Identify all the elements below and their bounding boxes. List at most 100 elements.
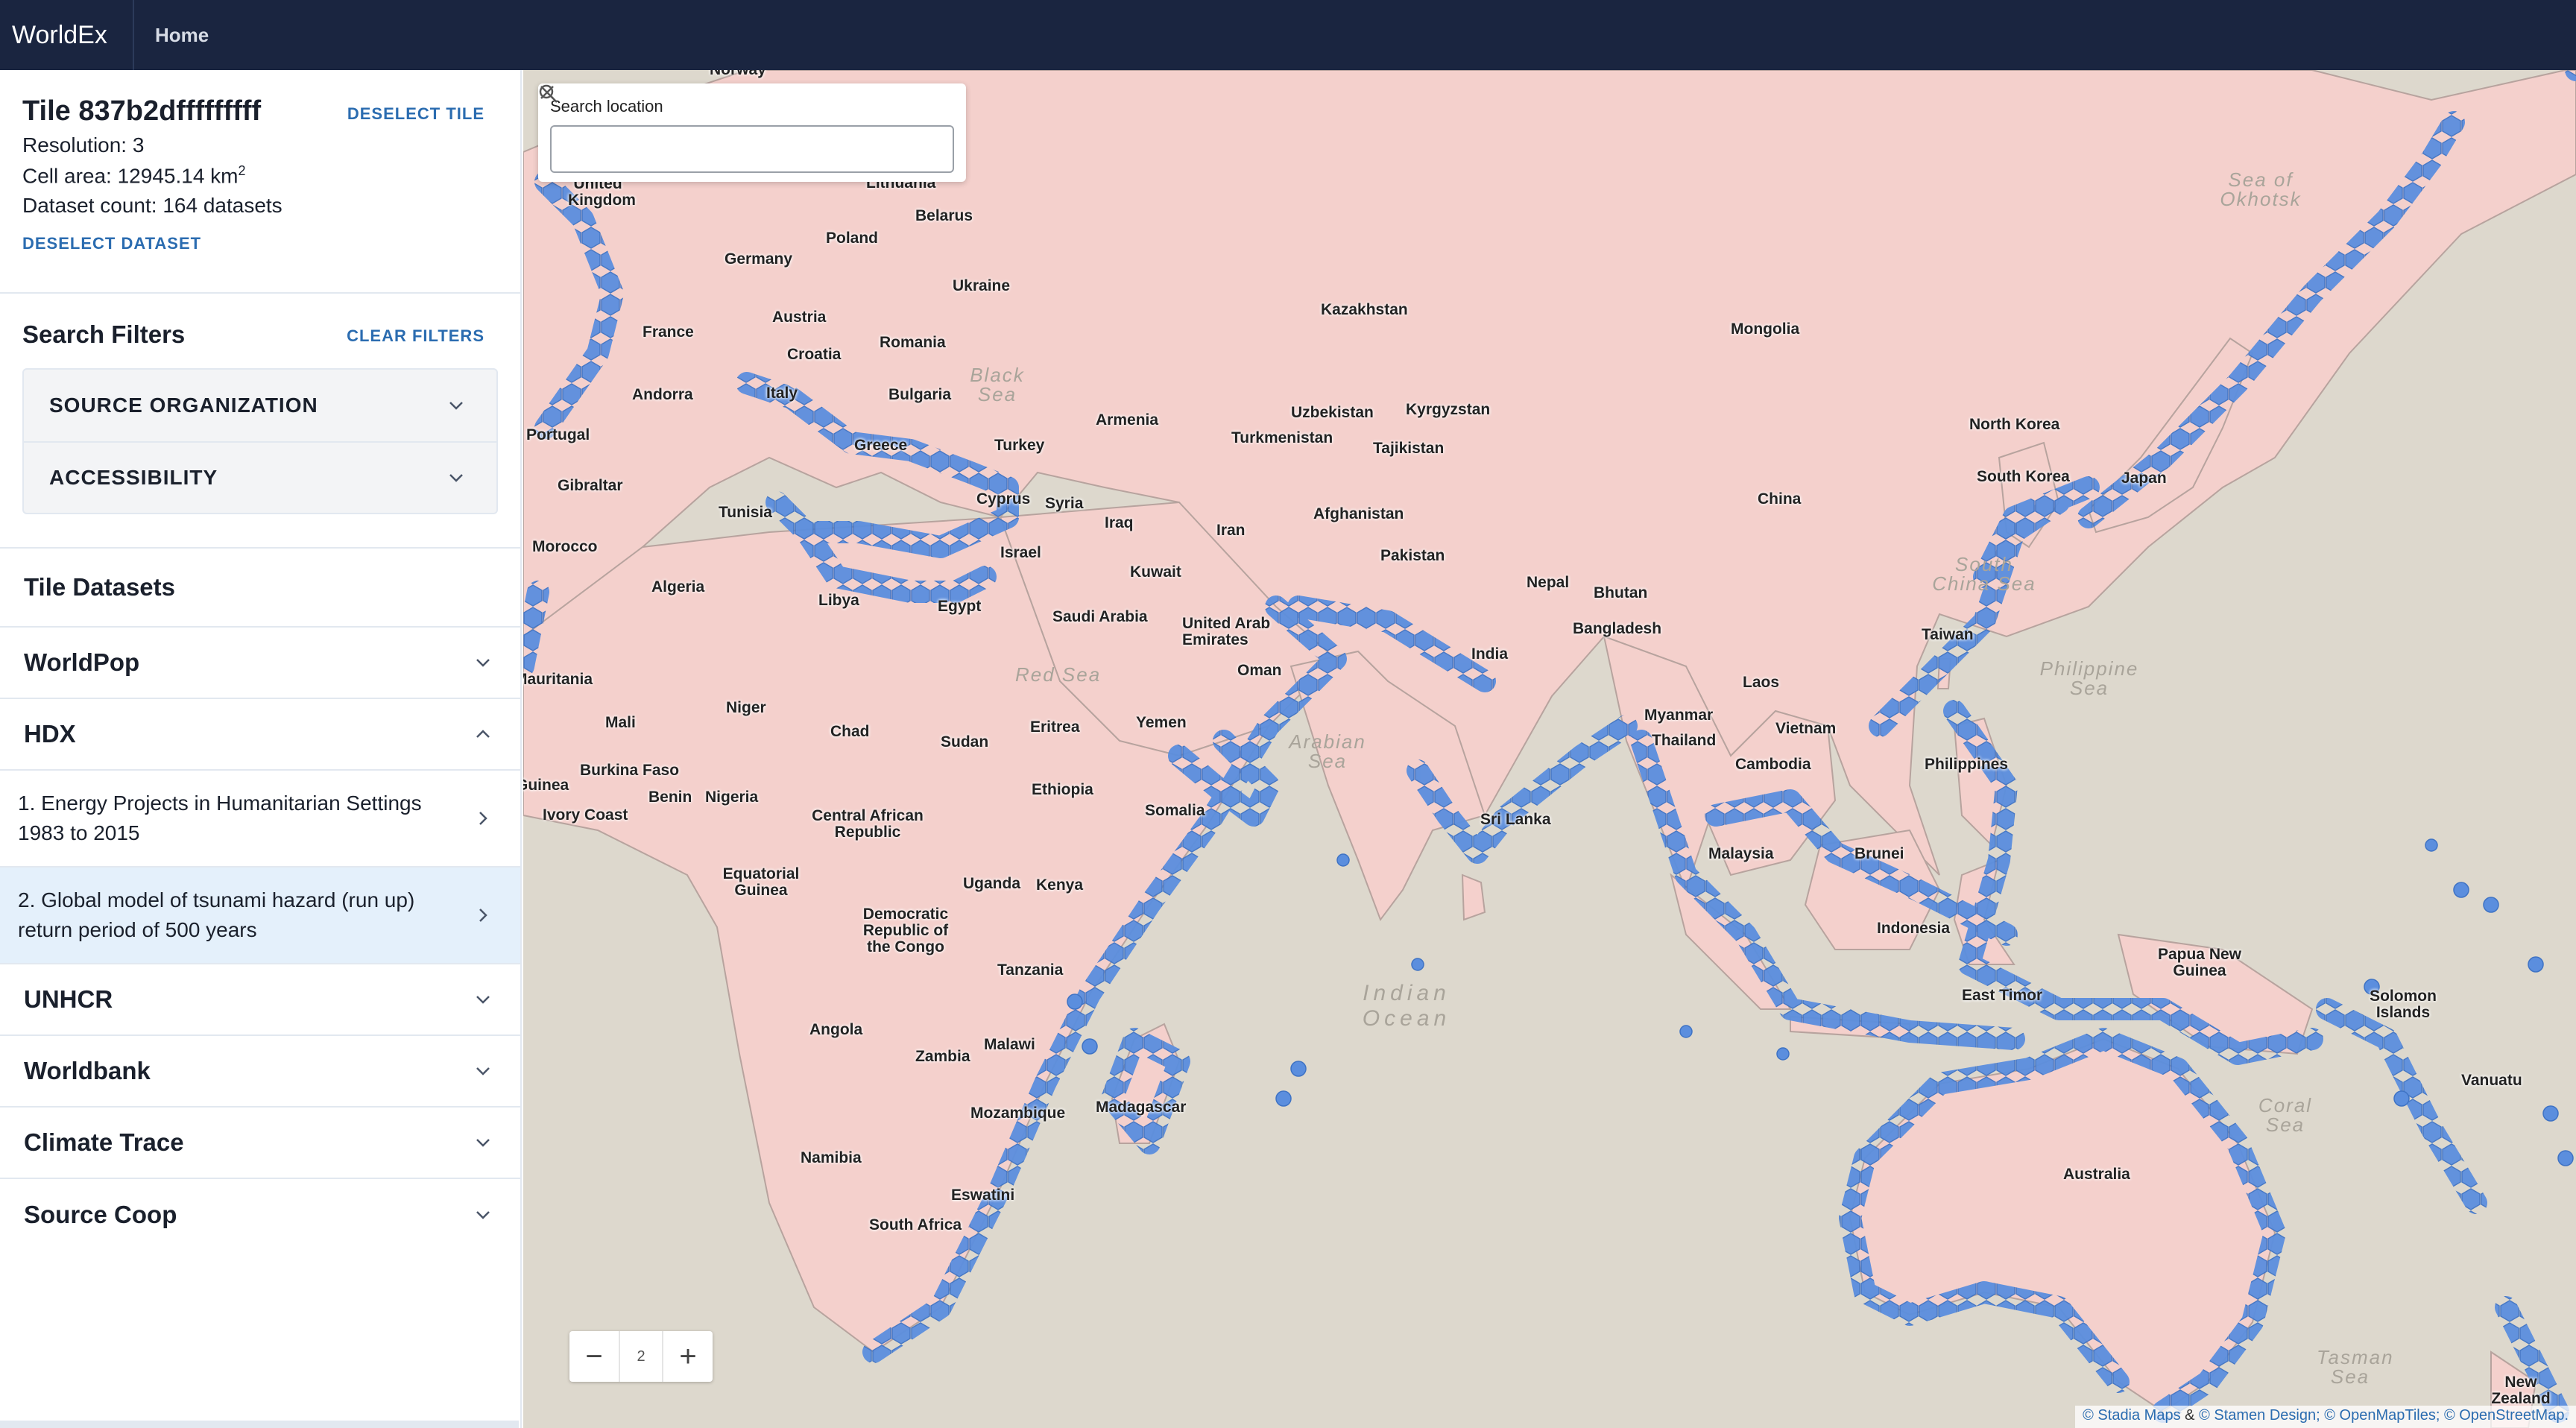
filter-accordion: SOURCE ORGANIZATION ACCESSIBILITY xyxy=(22,368,498,514)
map-label: Turkey xyxy=(994,437,1045,454)
dataset-label: 1. Energy Projects in Humanitarian Setti… xyxy=(18,792,422,844)
map-label: Central African Republic xyxy=(812,807,924,841)
brand-logo[interactable]: WorldEx xyxy=(0,0,134,70)
attribution-stamen-link[interactable]: © Stamen Design; xyxy=(2199,1407,2320,1424)
tile-dataset-count: Dataset count: 164 datasets xyxy=(22,194,282,218)
map-label: India xyxy=(1471,645,1509,663)
search-location-input[interactable] xyxy=(552,128,880,170)
map-label: Niger xyxy=(726,699,766,716)
map-label: Chad xyxy=(830,723,870,740)
map-label: Turkmenistan xyxy=(1231,429,1333,446)
map-label: Zambia xyxy=(915,1048,970,1065)
sidebar-horizontal-scrollbar[interactable] xyxy=(0,1421,519,1428)
filter-label: SOURCE ORGANIZATION xyxy=(49,394,318,417)
map-label: Ukraine xyxy=(953,277,1011,294)
attribution-omt-link[interactable]: © OpenMapTiles; xyxy=(2324,1407,2440,1424)
group-worldpop[interactable]: WorldPop xyxy=(0,628,520,699)
map-label: Eswatini xyxy=(951,1187,1015,1204)
chevron-up-icon xyxy=(468,719,498,749)
deselect-dataset-button[interactable]: DESELECT DATASET xyxy=(22,234,498,253)
group-hdx[interactable]: HDX xyxy=(0,699,520,771)
map-label: Kuwait xyxy=(1130,563,1181,581)
map-label: Kenya xyxy=(1036,876,1084,894)
map-label: Afghanistan xyxy=(1313,505,1404,522)
map-label: Indonesia xyxy=(1877,920,1951,937)
map-label: Malaysia xyxy=(1708,845,1774,862)
map-label: Norway xyxy=(710,70,766,79)
tile-cell-area: Cell area: 12945.14 km2 xyxy=(22,163,498,188)
zoom-in-button[interactable]: + xyxy=(663,1331,713,1382)
dataset-item-selected[interactable]: 2. Global model of tsunami hazard (run u… xyxy=(0,868,520,964)
map-label: Myanmar xyxy=(1644,707,1714,724)
group-source-coop[interactable]: Source Coop xyxy=(0,1179,520,1251)
map-label: South Korea xyxy=(1977,468,2070,485)
map-label: Iran xyxy=(1216,522,1246,539)
map-attribution: © Stadia Maps & © Stamen Design; © OpenM… xyxy=(2075,1406,2576,1428)
map-label: New Zealand xyxy=(2491,1374,2551,1407)
map-label: Australia xyxy=(2063,1166,2130,1183)
map-label: Poland xyxy=(826,230,879,247)
map-label: Egypt xyxy=(938,598,982,615)
map-label: North Korea xyxy=(1969,416,2060,433)
chevron-down-icon xyxy=(468,1128,498,1157)
map-label: Cambodia xyxy=(1735,756,1811,773)
tile-datasets-title: Tile Datasets xyxy=(0,549,520,628)
map-label: Italy xyxy=(766,385,798,402)
map-label: Malawi xyxy=(984,1036,1035,1053)
map-label: Uganda xyxy=(963,875,1021,892)
map-label: Namibia xyxy=(801,1149,862,1166)
nav-home-link[interactable]: Home xyxy=(134,24,209,47)
filter-accessibility[interactable]: ACCESSIBILITY xyxy=(24,441,496,513)
chevron-right-icon xyxy=(468,803,498,833)
group-label: WorldPop xyxy=(24,648,140,676)
sea-label: Coral Sea xyxy=(2258,1094,2313,1136)
map-label: Taiwan xyxy=(1922,626,1974,643)
map-label: Burkina Faso xyxy=(580,762,680,779)
map-label: Vanuatu xyxy=(2461,1072,2522,1089)
map-label: Japan xyxy=(2121,470,2167,487)
group-climate-trace[interactable]: Climate Trace xyxy=(0,1108,520,1179)
map-label: Brunei xyxy=(1854,845,1904,862)
map-label: Yemen xyxy=(1136,714,1187,731)
map-label: Democratic Republic of the Congo xyxy=(862,906,949,955)
map-label: Andorra xyxy=(632,386,693,403)
map-label: Iraq xyxy=(1105,514,1134,531)
filter-source-organization[interactable]: SOURCE ORGANIZATION xyxy=(24,370,496,441)
map-label: Bulgaria xyxy=(888,386,952,403)
map-label: Papua New Guinea xyxy=(2157,946,2242,979)
map-label: Nepal xyxy=(1527,574,1570,591)
map-label: France xyxy=(643,323,694,341)
group-worldbank[interactable]: Worldbank xyxy=(0,1036,520,1108)
dataset-item[interactable]: 1. Energy Projects in Humanitarian Setti… xyxy=(0,771,520,868)
search-location-label: Search location xyxy=(550,97,663,116)
map-label: Philippines xyxy=(1925,756,2009,773)
map-label: Nigeria xyxy=(705,789,759,806)
map-label: Cyprus xyxy=(976,490,1031,508)
map-canvas[interactable]: Norway United Kingdom Lithuania Belarus … xyxy=(523,70,2576,1428)
attribution-osm-link[interactable]: © OpenStreetMap. xyxy=(2444,1407,2569,1424)
map-label: Equatorial Guinea xyxy=(722,865,800,899)
map-label: Mozambique xyxy=(970,1105,1066,1122)
chevron-down-icon xyxy=(468,1056,498,1086)
zoom-control: − 2 + xyxy=(569,1331,713,1382)
map-label: Somalia xyxy=(1145,802,1205,819)
deselect-tile-button[interactable]: DESELECT TILE xyxy=(347,104,484,124)
map-label: Angola xyxy=(809,1021,863,1038)
sea-label: Tasman Sea xyxy=(2317,1346,2394,1388)
attribution-stadia-link[interactable]: © Stadia Maps xyxy=(2083,1407,2180,1424)
map-label: Croatia xyxy=(787,346,842,363)
map-label: Sudan xyxy=(941,733,989,751)
clear-filters-button[interactable]: CLEAR FILTERS xyxy=(347,326,484,346)
sea-label: Arabian Sea xyxy=(1289,730,1366,772)
group-unhcr[interactable]: UNHCR xyxy=(0,964,520,1036)
search-icon[interactable] xyxy=(539,84,912,165)
group-label: HDX xyxy=(24,720,76,748)
close-icon[interactable] xyxy=(540,86,945,165)
search-location-panel: Search location xyxy=(538,83,966,182)
search-filters-section: Search Filters CLEAR FILTERS SOURCE ORGA… xyxy=(0,294,520,549)
zoom-out-button[interactable]: − xyxy=(569,1331,619,1382)
chevron-down-icon xyxy=(468,985,498,1014)
map-label: Solomon Islands xyxy=(2370,988,2437,1021)
map-label: Guinea xyxy=(523,777,569,794)
map-label: Tajikistan xyxy=(1373,440,1445,457)
